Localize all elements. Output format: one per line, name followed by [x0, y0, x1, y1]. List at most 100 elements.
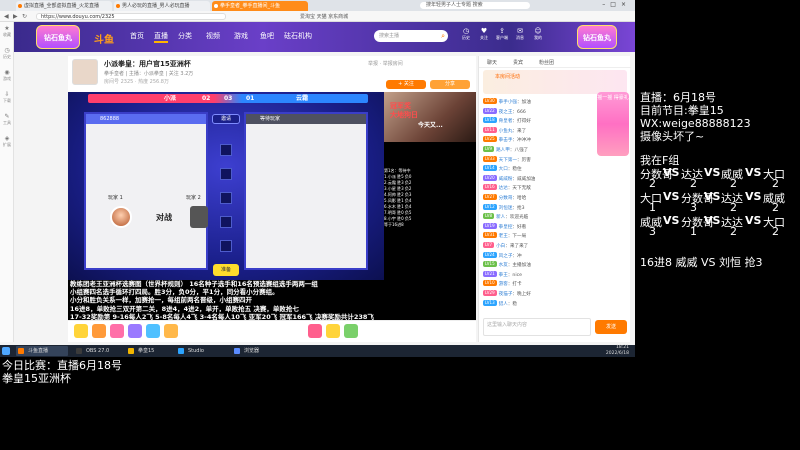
chat-username[interactable]: 夜之王: [499, 110, 513, 115]
player-score: 2: [690, 177, 697, 190]
browser-search-box[interactable]: 搜年轻男子人士专题 搜索: [420, 2, 530, 9]
chat-username[interactable]: 拳皇控: [499, 225, 513, 230]
video-player[interactable]: 小派 02 03 01 云霜 862888 玩家 1 对战 玩家 2 邀请 等待…: [68, 92, 476, 320]
chat-username[interactable]: 天下第一: [499, 158, 517, 163]
chat-text: ：来了: [512, 128, 527, 134]
window-controls[interactable]: –□×: [602, 1, 631, 8]
douyu-logo[interactable]: 斗鱼: [94, 31, 114, 46]
gift-icon[interactable]: [308, 324, 322, 338]
gift-icon[interactable]: [344, 324, 358, 338]
chat-message: LV14 大口：稳住: [483, 165, 627, 174]
follow-icon[interactable]: ♥ 关注: [476, 27, 492, 41]
icon-label: 客户端: [496, 35, 508, 40]
nav-home[interactable]: 首页: [130, 31, 144, 41]
tab-chat[interactable]: 聊天: [487, 59, 497, 66]
system-clock[interactable]: 18:21 2022/6/18: [606, 345, 629, 357]
nav-yuba[interactable]: 鱼吧: [260, 31, 274, 41]
vs-label: VS: [745, 190, 762, 203]
ready-button[interactable]: 准备: [213, 264, 239, 276]
score-row: 1 3 2 2: [640, 201, 800, 214]
promo-badge-left[interactable]: 钻石鱼丸: [36, 25, 80, 49]
taskbar-app[interactable]: 浏览器: [232, 346, 284, 356]
follow-button[interactable]: + 关注: [386, 80, 426, 89]
tab-3-active[interactable]: 拳手皇者_拳手直播间_斗鱼: [212, 1, 308, 11]
gift-icon[interactable]: [92, 324, 106, 338]
report-link[interactable]: 举报 · 举报房间: [368, 60, 403, 67]
tab-fans[interactable]: 粉丝团: [539, 59, 554, 66]
side-promo-banner[interactable]: 摇一摇 得豪礼: [597, 92, 629, 156]
chat-username[interactable]: 水友: [499, 263, 508, 268]
gift-icon[interactable]: [128, 324, 142, 338]
nav-category[interactable]: 分类: [178, 31, 192, 41]
chat-username[interactable]: 风之子: [499, 254, 513, 259]
sidebar-item-games[interactable]: ◉ 游戏: [0, 66, 14, 88]
nav-institutions[interactable]: 砝石机构: [284, 31, 312, 41]
search-icon[interactable]: ⌕: [441, 30, 445, 42]
taskbar-app[interactable]: 拳皇15: [126, 346, 178, 356]
chat-username[interactable]: 猎人: [499, 302, 508, 307]
gift-icon[interactable]: [326, 324, 340, 338]
sidebar-item-extensions[interactable]: ◈ 扩展: [0, 132, 14, 154]
chat-username[interactable]: 游客: [499, 282, 508, 287]
taskbar-app[interactable]: OBS 27.0: [74, 346, 126, 356]
bookmarks-bar[interactable]: 爱淘宝 天猫 京东商城: [300, 13, 348, 20]
chat-username[interactable]: 夜猫子: [499, 292, 513, 297]
chat-tabs: 聊天 贵宾 粉丝团: [479, 56, 631, 68]
chat-input[interactable]: 这里输入聊天内容: [483, 318, 591, 336]
chat-username[interactable]: 达达: [499, 186, 508, 191]
info-line-4: 摄像头坏了~: [640, 130, 705, 143]
streamer-avatar[interactable]: [72, 59, 98, 85]
user-icon[interactable]: ☺ 我的: [530, 27, 546, 41]
today-match-line: 今日比赛：直播6月18号: [2, 359, 122, 372]
chat-text: ：稳住: [507, 167, 522, 173]
chat-username[interactable]: 大口: [499, 167, 508, 172]
url-input[interactable]: https://www.douyu.com/2325: [36, 13, 226, 20]
chat-username[interactable]: 骨皇者: [499, 119, 513, 124]
chat-username[interactable]: 小白: [496, 244, 505, 249]
chat-username[interactable]: 拳手小强: [499, 100, 517, 105]
nav-video[interactable]: 视频: [206, 31, 220, 41]
browser-sidebar: ★ 收藏 ◷ 历史 ◉ 游戏 ⇩ 下载 ✎ 工具 ◈ 扩展: [0, 22, 14, 342]
tab-2[interactable]: 男人必玩的直播_男人必玩直播: [114, 1, 210, 11]
start-icon[interactable]: [2, 347, 10, 355]
site-search-input[interactable]: 搜索主播 ⌕: [374, 30, 448, 42]
sidebar-item-download[interactable]: ⇩ 下载: [0, 88, 14, 110]
gift-icon[interactable]: [164, 324, 178, 338]
nav-live[interactable]: 直播: [154, 31, 168, 43]
send-button[interactable]: 发送: [595, 320, 627, 334]
chat-username[interactable]: 新人: [496, 215, 505, 220]
tab-label: 虚拟直播_全部虚拟直播_火龙直播: [24, 3, 100, 9]
taskbar-app[interactable]: 斗鱼直播: [16, 346, 68, 356]
app-icon: [76, 348, 82, 354]
gift-icon[interactable]: [74, 324, 88, 338]
chat-username[interactable]: 拳击手: [499, 138, 513, 143]
invite-button[interactable]: 邀请: [212, 114, 240, 124]
gift-icon[interactable]: [146, 324, 160, 338]
chat-username[interactable]: 拳王: [499, 273, 508, 278]
chat-username[interactable]: 威威粉: [499, 177, 513, 182]
share-button[interactable]: 分享: [430, 80, 470, 89]
promo-badge-right[interactable]: 钻石鱼丸: [577, 25, 617, 49]
nav-games[interactable]: 游戏: [234, 31, 248, 41]
history-icon[interactable]: ◷ 历史: [458, 27, 474, 41]
tab-vip[interactable]: 贵宾: [513, 59, 523, 66]
sidebar-item-history[interactable]: ◷ 历史: [0, 44, 14, 66]
chat-username[interactable]: 路人甲: [496, 148, 510, 153]
gift-icon[interactable]: [110, 324, 124, 338]
refresh-icon[interactable]: ↻: [22, 13, 27, 20]
activity-banner[interactable]: 本房间活动: [483, 70, 627, 94]
upload-icon[interactable]: ⇪ 客户端: [494, 27, 510, 41]
message-icon[interactable]: ✉ 消息: [512, 27, 528, 41]
app-label: 拳皇15: [138, 348, 155, 354]
sidebar-item-tools[interactable]: ✎ 工具: [0, 110, 14, 132]
game-lobby-screen: 小派 02 03 01 云霜 862888 玩家 1 对战 玩家 2 邀请 等待…: [68, 92, 384, 280]
back-icon[interactable]: ◀: [4, 13, 9, 20]
chat-username[interactable]: 小鱼丸: [499, 129, 513, 134]
sidebar-item-favorites[interactable]: ★ 收藏: [0, 22, 14, 44]
tab-1[interactable]: 虚拟直播_全部虚拟直播_火龙直播: [16, 1, 112, 11]
chat-username[interactable]: 分数哥: [499, 196, 513, 201]
chat-username[interactable]: 刘恒迷: [499, 206, 513, 211]
forward-icon[interactable]: ▶: [13, 13, 18, 20]
chat-username[interactable]: 老王: [499, 234, 508, 239]
taskbar-app[interactable]: Studio: [176, 346, 228, 356]
